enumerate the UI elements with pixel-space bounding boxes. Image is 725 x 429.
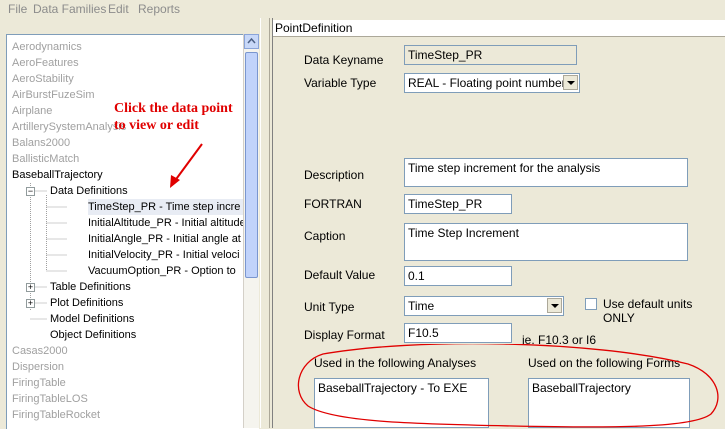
data-keyname-label: Data Keyname bbox=[304, 53, 384, 67]
menu-bar: File Data Families Edit Reports bbox=[0, 0, 725, 18]
data-family-tree[interactable]: Aerodynamics AeroFeatures AeroStability … bbox=[6, 34, 259, 429]
unit-type-select[interactable]: Time bbox=[404, 296, 564, 316]
menu-edit[interactable]: Edit bbox=[108, 2, 129, 16]
plus-icon: + bbox=[27, 282, 34, 292]
tree-item-dispersion[interactable]: Dispersion bbox=[12, 359, 64, 375]
callout-line-1: Click the data point bbox=[114, 101, 233, 116]
variable-type-select[interactable]: REAL - Floating point number bbox=[404, 73, 580, 93]
tree-item-timestep-pr[interactable]: TimeStep_PR - Time step incre bbox=[88, 199, 248, 215]
expand-table-definitions-button[interactable]: + bbox=[26, 283, 35, 292]
plus-icon: + bbox=[27, 298, 34, 308]
highlight-ellipse bbox=[297, 344, 719, 428]
tree-item-initialangle-pr[interactable]: InitialAngle_PR - Initial angle at bbox=[88, 231, 241, 247]
panel-title-bar: PointDefinition bbox=[273, 20, 725, 37]
pane-splitter[interactable] bbox=[260, 18, 270, 428]
tree-item-firingtable[interactable]: FiringTable bbox=[12, 375, 66, 391]
tree-item-firingtablerocket[interactable]: FiringTableRocket bbox=[12, 407, 100, 423]
callout-text: Click the data point to view or edit bbox=[114, 100, 233, 134]
tree-item-initialvelocity-pr[interactable]: InitialVelocity_PR - Initial veloci bbox=[88, 247, 240, 263]
expand-plot-definitions-button[interactable]: + bbox=[26, 299, 35, 308]
variable-type-label: Variable Type bbox=[304, 76, 377, 90]
arrow-up-icon bbox=[247, 37, 256, 44]
tree-item-object-definitions[interactable]: Object Definitions bbox=[50, 327, 136, 343]
chevron-down-icon[interactable] bbox=[547, 298, 562, 313]
tree-item-data-definitions[interactable]: Data Definitions bbox=[50, 183, 128, 199]
menu-data-families[interactable]: Data Families bbox=[33, 2, 106, 16]
fortran-field[interactable]: TimeStep_PR bbox=[404, 194, 512, 214]
data-keyname-field: TimeStep_PR bbox=[404, 45, 577, 65]
fortran-label: FORTRAN bbox=[304, 197, 362, 211]
tree-item-vacuumoption-pr[interactable]: VacuumOption_PR - Option to bbox=[88, 263, 236, 279]
scroll-thumb[interactable] bbox=[245, 52, 258, 278]
menu-reports[interactable]: Reports bbox=[138, 2, 180, 16]
unit-type-value: Time bbox=[408, 299, 435, 313]
description-label: Description bbox=[304, 168, 365, 182]
callout-line-2: to view or edit bbox=[114, 118, 199, 133]
scroll-up-button[interactable] bbox=[244, 34, 259, 49]
default-value-field[interactable]: 0.1 bbox=[404, 266, 512, 286]
description-field[interactable]: Time step increment for the analysis bbox=[404, 158, 688, 187]
tree-item-plot-definitions[interactable]: Plot Definitions bbox=[50, 295, 123, 311]
display-format-label: Display Format bbox=[304, 328, 385, 342]
tree-item-casas2000[interactable]: Casas2000 bbox=[12, 343, 68, 359]
tree-item-model-definitions[interactable]: Model Definitions bbox=[50, 311, 134, 327]
point-definition-panel: PointDefinition Data Keyname TimeStep_PR… bbox=[272, 18, 725, 428]
unit-type-label: Unit Type bbox=[304, 300, 355, 314]
callout-arrow-icon bbox=[170, 143, 203, 188]
collapse-data-definitions-button[interactable]: − bbox=[26, 187, 35, 196]
variable-type-value: REAL - Floating point number bbox=[408, 76, 566, 90]
tree-item-firingtablelos[interactable]: FiringTableLOS bbox=[12, 391, 88, 407]
panel-title: PointDefinition bbox=[275, 21, 353, 35]
menu-file[interactable]: File bbox=[8, 2, 27, 16]
tree-item-initialaltitude-pr[interactable]: InitialAltitude_PR - Initial altitude bbox=[88, 215, 246, 231]
display-format-field[interactable]: F10.5 bbox=[404, 323, 512, 343]
caption-label: Caption bbox=[304, 229, 346, 243]
use-default-units-checkbox[interactable] bbox=[585, 298, 597, 310]
caption-field[interactable]: Time Step Increment bbox=[404, 223, 688, 261]
chevron-down-icon[interactable] bbox=[563, 75, 578, 90]
default-value-label: Default Value bbox=[304, 268, 376, 282]
use-default-units-label: Use default units ONLY bbox=[603, 297, 693, 325]
tree-item-table-definitions[interactable]: Table Definitions bbox=[50, 279, 131, 295]
minus-icon: − bbox=[27, 186, 34, 196]
tree-scrollbar[interactable] bbox=[243, 34, 259, 428]
